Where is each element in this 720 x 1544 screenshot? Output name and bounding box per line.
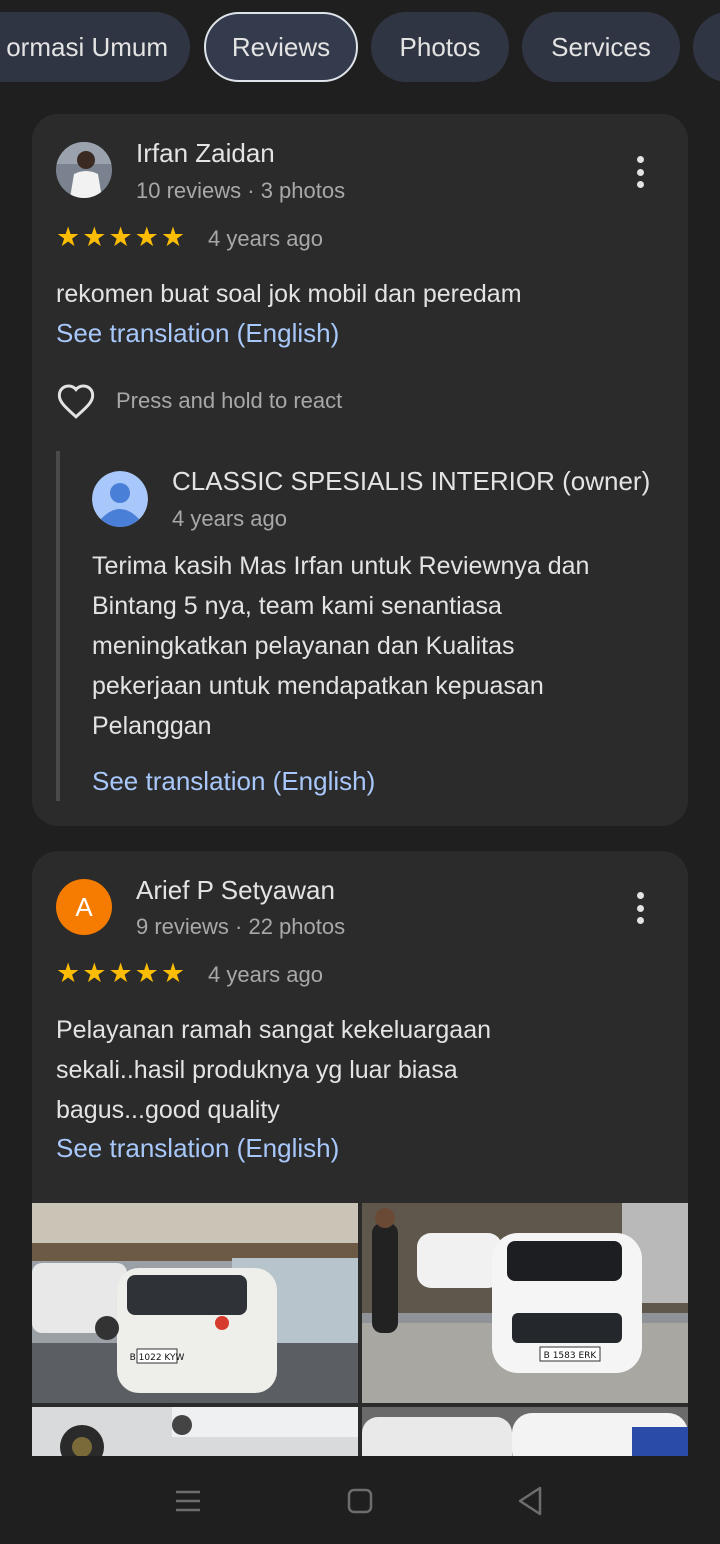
owner-reply-text: Terima kasih Mas Irfan untuk Reviewnya d… <box>92 552 590 740</box>
reviewer-avatar[interactable]: A <box>56 879 112 935</box>
owner-see-translation-link[interactable]: See translation (English) <box>92 766 375 797</box>
owner-name: CLASSIC SPESIALIS INTERIOR (owner) <box>172 466 651 496</box>
plate-number: B 1022 KYW <box>130 1353 185 1363</box>
tab-more[interactable] <box>693 12 720 82</box>
back-icon[interactable] <box>516 1484 544 1518</box>
star-icon: ★ <box>134 222 159 252</box>
owner-reply-time: 4 years ago <box>172 506 287 531</box>
star-icon: ★ <box>82 222 107 252</box>
review-time: 4 years ago <box>208 962 323 987</box>
owner-reply-divider <box>56 451 60 801</box>
tab-services[interactable]: Services <box>522 12 680 82</box>
more-options-icon[interactable] <box>628 152 652 192</box>
review-card: Irfan Zaidan 10 reviews · 3 photos ★ ★ ★… <box>32 114 688 826</box>
tab-info-umum[interactable]: ormasi Umum <box>0 12 190 82</box>
star-icon: ★ <box>108 958 133 988</box>
star-icon: ★ <box>82 958 107 988</box>
plate-number: B 1583 ERK <box>544 1351 598 1361</box>
home-icon[interactable] <box>346 1484 374 1518</box>
review-text: rekomen buat soal jok mobil dan peredam <box>56 280 522 308</box>
tab-photos[interactable]: Photos <box>371 12 509 82</box>
owner-avatar <box>92 471 148 527</box>
avatar-letter: A <box>75 891 93 922</box>
see-translation-link[interactable]: See translation (English) <box>56 1133 339 1164</box>
star-rating: ★ ★ ★ ★ ★ <box>56 224 185 251</box>
tab-bar: ormasi Umum Reviews Photos Services <box>0 0 720 96</box>
star-icon: ★ <box>108 222 133 252</box>
star-rating: ★ ★ ★ ★ ★ <box>56 960 185 987</box>
reviewer-meta: 10 reviews · 3 photos <box>136 178 346 203</box>
star-icon: ★ <box>56 958 81 988</box>
star-icon: ★ <box>56 222 81 252</box>
tab-reviews[interactable]: Reviews <box>204 12 358 82</box>
star-icon: ★ <box>160 222 186 252</box>
more-options-icon[interactable] <box>628 888 652 928</box>
reviewer-name[interactable]: Arief P Setyawan <box>136 875 335 906</box>
review-photo[interactable]: B 1022 KYW <box>32 1203 358 1403</box>
review-photo[interactable]: B 1583 ERK <box>362 1203 688 1403</box>
review-card: A Arief P Setyawan 9 reviews · 22 photos… <box>32 851 688 1471</box>
reviewer-name[interactable]: Irfan Zaidan <box>136 138 275 169</box>
star-icon: ★ <box>160 958 186 988</box>
system-nav-bar <box>0 1456 720 1544</box>
recent-apps-icon[interactable] <box>174 1484 202 1518</box>
star-icon: ★ <box>134 958 159 988</box>
see-translation-link[interactable]: See translation (English) <box>56 318 339 349</box>
heart-icon[interactable] <box>56 382 96 420</box>
react-row[interactable]: Press and hold to react <box>56 382 342 420</box>
react-hint: Press and hold to react <box>116 388 343 413</box>
review-time: 4 years ago <box>208 226 323 251</box>
reviewer-meta: 9 reviews · 22 photos <box>136 914 346 939</box>
reviewer-avatar[interactable] <box>56 142 112 198</box>
review-text: Pelayanan ramah sangat kekeluargaan seka… <box>56 1016 492 1124</box>
